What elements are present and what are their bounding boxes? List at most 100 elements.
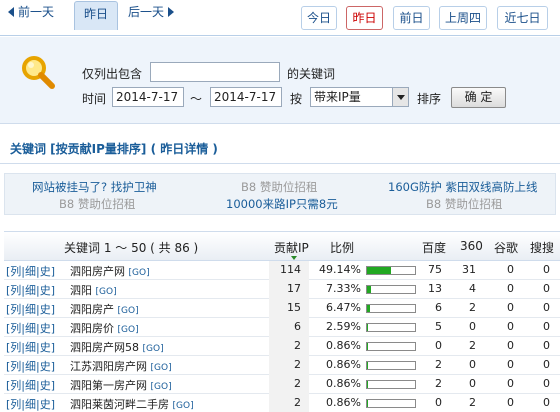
column-sogou[interactable]: 搜搜	[530, 239, 554, 256]
keyword-filter-input[interactable]	[150, 62, 280, 82]
history-link[interactable]: |史]	[36, 284, 55, 297]
list-link[interactable]: [列	[6, 284, 21, 297]
ratio-percent: 49.14%	[319, 263, 361, 276]
filter-panel: 仅列出包含 的关键词 时间 ～ 按 带来IP量 排序 确 定	[0, 37, 560, 124]
by-label: 按	[290, 92, 303, 106]
ratio-bar-fill	[367, 400, 368, 407]
detail-link[interactable]: |细	[21, 398, 36, 411]
go-link[interactable]: [GO]	[151, 363, 172, 373]
tab-today-label: 今日	[306, 11, 331, 25]
ratio-bar	[366, 380, 416, 389]
detail-link[interactable]: |细	[21, 341, 36, 354]
ad-link[interactable]: 10000来路IP只需8元	[226, 196, 338, 212]
sogou-value: 0	[543, 358, 550, 371]
tab-last-thursday-label: 上周四	[444, 11, 481, 25]
detail-link[interactable]: |细	[21, 360, 36, 373]
ratio-bar-fill	[367, 324, 368, 331]
sort-desc-icon	[291, 256, 297, 260]
ratio-bar-fill	[367, 267, 391, 274]
column-google[interactable]: 谷歌	[494, 239, 518, 256]
baidu-value: 75	[428, 263, 442, 276]
detail-link[interactable]: |细	[21, 303, 36, 316]
list-link[interactable]: [列	[6, 341, 21, 354]
next-day-button[interactable]: 后一天	[128, 0, 175, 24]
detail-link[interactable]: |细	[21, 284, 36, 297]
go-link[interactable]: [GO]	[118, 325, 139, 335]
sort-by-select[interactable]: 带来IP量	[310, 87, 409, 107]
keyword-cell: 江苏泗阳房产网 [GO]	[70, 358, 172, 374]
baidu-value: 5	[435, 320, 442, 333]
current-day-label: 昨日	[83, 7, 108, 21]
tab-today[interactable]: 今日	[301, 6, 337, 30]
ad-link[interactable]: 160G防护 紫田双线高防上线	[388, 179, 538, 195]
only-list-label: 仅列出包含	[82, 67, 143, 81]
keyword-cell: 泗阳房产 [GO]	[70, 301, 139, 317]
chevron-down-icon[interactable]	[392, 88, 408, 106]
history-link[interactable]: |史]	[36, 303, 55, 316]
ad-link[interactable]: 网站被挂马了? 找护卫神	[32, 179, 157, 195]
contrib-ip-value: 114	[280, 263, 301, 276]
list-link[interactable]: [列	[6, 398, 21, 411]
ratio-bar-fill	[367, 343, 368, 350]
baidu-value: 13	[428, 282, 442, 295]
360-value: 0	[469, 358, 476, 371]
tab-last-thursday[interactable]: 上周四	[439, 6, 487, 30]
ratio-percent: 2.59%	[326, 320, 361, 333]
list-link[interactable]: [列	[6, 322, 21, 335]
ad-slot[interactable]: B8 赞助位招租	[59, 196, 135, 212]
ratio-bar-fill	[367, 381, 368, 388]
detail-link[interactable]: |细	[21, 265, 36, 278]
tab-day-before-label: 前日	[399, 11, 424, 25]
row-links: [列|细|史]	[6, 396, 55, 412]
go-link[interactable]: [GO]	[96, 287, 117, 297]
date-to-input[interactable]	[210, 87, 282, 107]
sogou-value: 0	[543, 263, 550, 276]
google-value: 0	[507, 339, 514, 352]
contrib-ip-value: 6	[294, 320, 301, 333]
go-link[interactable]: [GO]	[151, 382, 172, 392]
list-link[interactable]: [列	[6, 303, 21, 316]
table-row: [列|细|史] 泗阳房产网 [GO] 114 49.14% 75 31 0 0	[4, 261, 560, 280]
tab-yesterday-label: 昨日	[352, 11, 377, 25]
column-360[interactable]: 360	[460, 239, 483, 253]
detail-link[interactable]: |细	[21, 379, 36, 392]
column-contrib-ip[interactable]: 贡献IP	[274, 239, 309, 256]
keyword-text: 泗阳莱茵河畔二手房	[70, 398, 169, 411]
google-value: 0	[507, 396, 514, 409]
column-baidu[interactable]: 百度	[422, 239, 446, 256]
date-from-input[interactable]	[112, 87, 184, 107]
ad-slot[interactable]: B8 赞助位招租	[241, 179, 317, 195]
history-link[interactable]: |史]	[36, 341, 55, 354]
go-link[interactable]: [GO]	[129, 268, 150, 278]
current-day-tab[interactable]: 昨日	[74, 1, 118, 30]
table-header: 关键词 1 ～ 50 ( 共 86 ) 贡献IP 比例 百度 360 谷歌 搜搜	[4, 231, 560, 261]
history-link[interactable]: |史]	[36, 322, 55, 335]
history-link[interactable]: |史]	[36, 265, 55, 278]
tab-last-seven-days[interactable]: 近七日	[497, 6, 548, 30]
magnifier-icon	[22, 56, 55, 89]
ratio-bar	[366, 266, 416, 275]
detail-link[interactable]: |细	[21, 322, 36, 335]
go-link[interactable]: [GO]	[143, 344, 164, 354]
prev-day-button[interactable]: 前一天	[8, 0, 54, 24]
history-link[interactable]: |史]	[36, 379, 55, 392]
keyword-text: 泗阳房产网58	[70, 341, 139, 354]
history-link[interactable]: |史]	[36, 360, 55, 373]
contrib-ip-value: 17	[287, 282, 301, 295]
list-link[interactable]: [列	[6, 379, 21, 392]
confirm-button[interactable]: 确 定	[451, 87, 506, 108]
tab-yesterday[interactable]: 昨日	[346, 6, 383, 30]
baidu-value: 0	[435, 339, 442, 352]
ratio-bar	[366, 285, 416, 294]
go-link[interactable]: [GO]	[118, 306, 139, 316]
go-link[interactable]: [GO]	[173, 401, 194, 411]
table-row: [列|细|史] 泗阳房产网58 [GO] 2 0.86% 0 2 0 0	[4, 337, 560, 356]
list-link[interactable]: [列	[6, 360, 21, 373]
list-link[interactable]: [列	[6, 265, 21, 278]
section-divider	[0, 163, 560, 164]
history-link[interactable]: |史]	[36, 398, 55, 411]
ad-slot[interactable]: B8 赞助位招租	[426, 196, 502, 212]
tab-day-before[interactable]: 前日	[393, 6, 430, 30]
ratio-percent: 0.86%	[326, 339, 361, 352]
sort-label: 排序	[417, 92, 442, 106]
